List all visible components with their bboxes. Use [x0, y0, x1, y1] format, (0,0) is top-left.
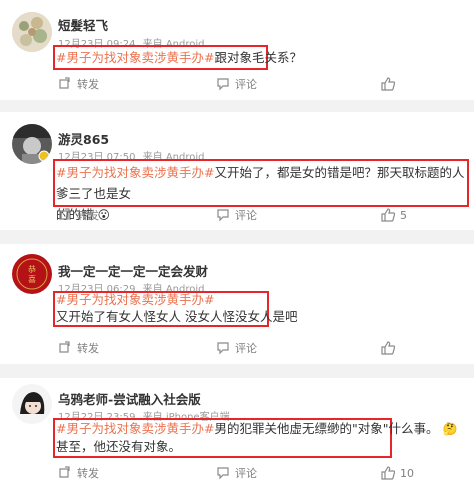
like-icon	[381, 341, 395, 355]
action-bar: 转发 评论	[0, 73, 474, 95]
comment-text: #男子为找对象卖涉黄手办#跟对象毛关系？	[56, 47, 302, 68]
comment-body: 跟对象毛关系？	[214, 50, 302, 65]
username[interactable]: 游灵865	[58, 129, 109, 148]
hashtag-link[interactable]: #男子为找对象卖涉黄手办#	[56, 292, 214, 307]
like-button[interactable]: 5	[381, 204, 407, 226]
like-button[interactable]	[381, 337, 400, 359]
comment-body-line2: 又开始了有女人怪女人 没女人怪没女人是吧	[56, 309, 298, 324]
repost-icon	[59, 341, 70, 353]
avatar[interactable]: 恭 喜	[12, 254, 52, 294]
repost-label: 转发	[77, 467, 99, 480]
like-icon	[381, 77, 395, 91]
comment-button[interactable]: 评论	[216, 204, 257, 226]
weibo-comment: 乌鸦老师-尝试融入社会版 12月22日 23:59 来自 iPhone客户端 #…	[0, 378, 474, 485]
comment-label: 评论	[235, 342, 257, 355]
action-bar: 转发 评论	[0, 337, 474, 359]
hashtag-link[interactable]: #男子为找对象卖涉黄手办#	[56, 421, 214, 436]
comment-icon	[217, 209, 229, 222]
action-bar: 转发 评论 10	[0, 462, 474, 484]
like-count: 10	[400, 466, 414, 480]
username[interactable]: 我一定一定一定一定会发财	[58, 261, 208, 280]
repost-button[interactable]: 转发	[58, 204, 99, 226]
hashtag-link[interactable]: #男子为找对象卖涉黄手办#	[56, 50, 214, 65]
comment-button[interactable]: 评论	[216, 462, 257, 484]
repost-icon	[59, 208, 70, 220]
like-icon	[381, 466, 395, 480]
comment-label: 评论	[235, 78, 257, 91]
action-bar: 转发 评论 5	[0, 204, 474, 226]
svg-text:恭: 恭	[28, 265, 36, 274]
thinking-emoji: 🤔	[442, 422, 458, 436]
repost-button[interactable]: 转发	[58, 73, 99, 95]
avatar[interactable]	[12, 124, 52, 164]
comment-icon	[217, 467, 229, 480]
repost-icon	[59, 77, 70, 89]
comment-body: 男的犯罪关他虚无缥缈的"对象"什么事。	[214, 421, 439, 436]
comment-icon	[217, 342, 229, 355]
hashtag-link[interactable]: #男子为找对象卖涉黄手办#	[56, 165, 214, 180]
like-icon	[381, 208, 395, 222]
repost-icon	[59, 466, 70, 478]
repost-button[interactable]: 转发	[58, 337, 99, 359]
comment-button[interactable]: 评论	[216, 73, 257, 95]
weibo-comment: 短髮轻飞 12月23日 09:24 来自 Android #男子为找对象卖涉黄手…	[0, 0, 474, 100]
comment-text: #男子为找对象卖涉黄手办#男的犯罪关他虚无缥缈的"对象"什么事。 🤔 甚至，他还…	[56, 420, 457, 456]
svg-text:喜: 喜	[28, 274, 36, 284]
like-button[interactable]	[381, 73, 400, 95]
avatar-image: 恭 喜	[12, 254, 52, 294]
comment-label: 评论	[235, 209, 257, 222]
avatar-image	[12, 12, 52, 52]
username[interactable]: 短髮轻飞	[58, 15, 108, 34]
avatar[interactable]	[12, 384, 52, 424]
repost-label: 转发	[77, 342, 99, 355]
weibo-comment: 恭 喜 我一定一定一定一定会发财 12月23日 06:29 来自 Android…	[0, 244, 474, 364]
comment-button[interactable]: 评论	[216, 337, 257, 359]
avatar[interactable]	[12, 12, 52, 52]
repost-button[interactable]: 转发	[58, 462, 99, 484]
avatar-image	[12, 384, 52, 424]
avatar-image	[12, 124, 52, 164]
like-button[interactable]: 10	[381, 462, 414, 484]
comment-label: 评论	[235, 467, 257, 480]
comment-body-line2: 甚至，他还没有对象。	[56, 439, 182, 454]
comment-text: #男子为找对象卖涉黄手办# 又开始了有女人怪女人 没女人怪没女人是吧	[56, 291, 297, 325]
repost-label: 转发	[77, 209, 99, 222]
repost-label: 转发	[77, 78, 99, 91]
like-count: 5	[400, 208, 407, 222]
weibo-comment: 游灵865 12月23日 07:50 来自 Android #男子为找对象卖涉黄…	[0, 112, 474, 230]
username[interactable]: 乌鸦老师-尝试融入社会版	[58, 389, 201, 408]
comment-icon	[217, 78, 229, 91]
